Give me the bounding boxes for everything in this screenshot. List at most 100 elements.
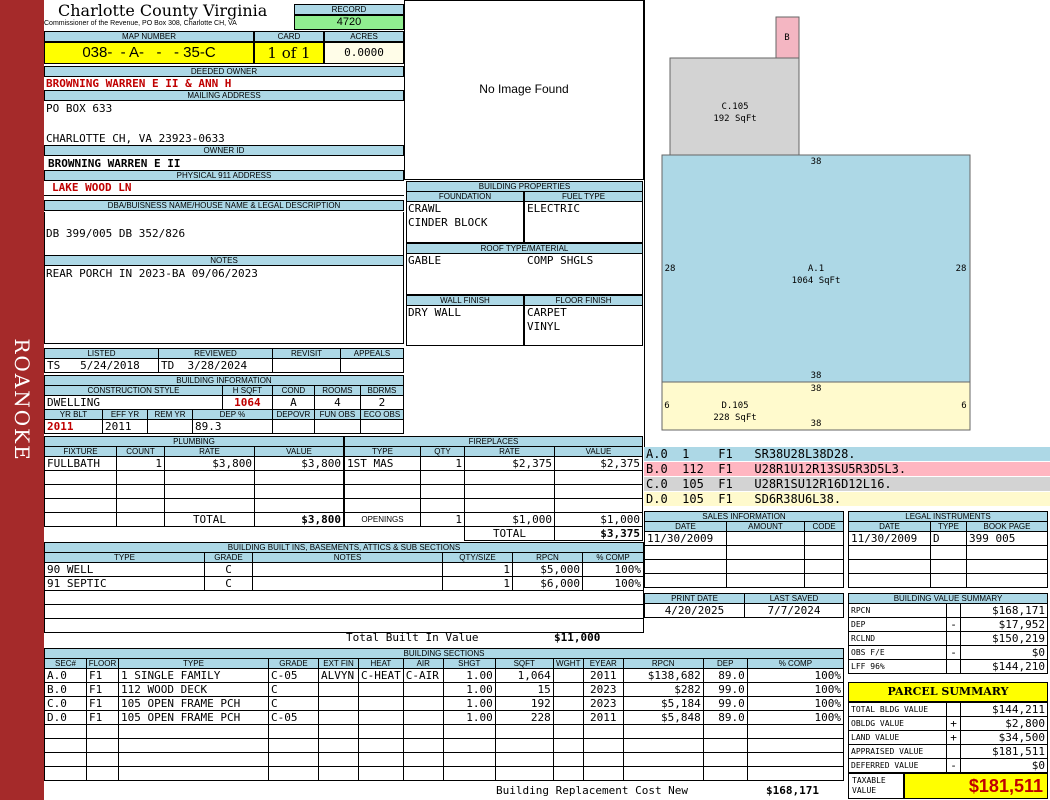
- section-cell: 1.00: [442, 710, 496, 725]
- bu-h-grade: GRADE: [204, 552, 253, 563]
- section-header-cell: EYEAR: [582, 658, 624, 669]
- section-cell: $5,184: [622, 696, 704, 711]
- acres-label: ACRES: [324, 31, 404, 42]
- floor-2: VINYL: [527, 320, 561, 333]
- section-cell: 112 WOOD DECK: [118, 682, 269, 697]
- section-cell: 105 OPEN FRAME PCH: [118, 710, 269, 725]
- parcel-table: TOTAL BLDG VALUE $144,211 OBLDG VALUE + $2,8…: [848, 702, 1048, 773]
- sales-date: 11/30/2009: [644, 531, 727, 546]
- legal-date: 11/30/2009: [848, 531, 931, 546]
- bu-h-qty: QTY/SIZE: [442, 552, 513, 563]
- bi-h-remyr: REM YR: [147, 409, 193, 420]
- section-cell: 100%: [746, 668, 845, 683]
- fp-value: $2,375: [554, 456, 643, 471]
- bu-notes: [252, 562, 443, 577]
- bvs-cell: RCLND: [848, 631, 947, 646]
- bi-cond: A: [271, 395, 315, 410]
- bvs-cell: $0: [960, 645, 1048, 660]
- parcel-cell: +: [946, 730, 961, 745]
- section-cell: 99.0: [702, 696, 748, 711]
- sketch-legend-row: C.0 105 F1 U28R1SU12R16D12L16.: [644, 477, 1050, 492]
- builtins-table: TYPE GRADE NOTES QTY/SIZE RPCN% COMP 90 WELL…: [44, 552, 644, 633]
- bi-dep: 89.3: [192, 419, 273, 434]
- section-cell: 1.00: [442, 696, 496, 711]
- sketch-border: [644, 0, 645, 450]
- dim-a-bottom: 38: [811, 371, 822, 381]
- parcel-cell: LAND VALUE: [848, 730, 947, 745]
- reviewed-date: 3/28/2024: [187, 358, 248, 372]
- bu-type: 90 WELL: [44, 562, 205, 577]
- plumbing-table: FIXTURE COUNT RATE VALUE FULLBATH 1 $3,800 $3,…: [44, 446, 344, 527]
- section-cell: 100%: [746, 696, 845, 711]
- fp-total-label: TOTAL: [464, 526, 555, 541]
- section-cell: 1.00: [442, 682, 496, 697]
- legal-table: DATE TYPE BOOK PAGE 11/30/2009 D 399 005: [848, 521, 1048, 588]
- roof-2: COMP SHGLS: [527, 254, 594, 267]
- section-row-empty: [44, 724, 845, 739]
- section-cell: C-05: [268, 710, 319, 725]
- parcel-cell: DEFERRED VALUE: [848, 758, 947, 773]
- bvs-row: RCLND $150,219: [848, 631, 1048, 646]
- bi-style: DWELLING: [44, 395, 223, 410]
- fuel-value: ELECTRIC: [527, 202, 580, 215]
- print-table: PRINT DATE LAST SAVED 4/20/2025 7/7/2024: [644, 593, 844, 618]
- section-header-cell: AIR: [402, 658, 444, 669]
- fp-type: 1ST MAS: [344, 456, 421, 471]
- pl-value: $3,800: [254, 456, 344, 471]
- section-cell: ALVYN: [318, 668, 359, 683]
- section-cell: [358, 710, 404, 725]
- reviewed-h: REVIEWED: [158, 348, 273, 359]
- owner-label: DEEDED OWNER: [44, 66, 404, 77]
- bu-h-comp: % COMP: [582, 552, 644, 563]
- section-cell: $5,848: [622, 710, 704, 725]
- parcel-cell: $181,511: [960, 744, 1048, 759]
- map-label: MAP NUMBER: [44, 31, 254, 42]
- section-header-cell: SHGT: [442, 658, 496, 669]
- sketch-legend-row: B.0 112 F1 U28R1U12R13SU5R3D5L3.: [644, 462, 1050, 477]
- section-header-cell: GRADE: [268, 658, 319, 669]
- section-cell: 2011: [582, 668, 624, 683]
- legal-h-book: BOOK PAGE: [966, 521, 1048, 532]
- parcel-row: DEFERRED VALUE - $0: [848, 758, 1048, 773]
- builtins-total: $11,000: [554, 631, 601, 644]
- bvs-cell: $144,210: [960, 659, 1048, 674]
- section-cell: 2023: [582, 696, 624, 711]
- legal-h-type: TYPE: [930, 521, 967, 532]
- bvs-row: DEP - $17,952: [848, 617, 1048, 632]
- section-cell: C-AIR: [402, 668, 444, 683]
- dba-label: DBA/BUISNESS NAME/HOUSE NAME & LEGAL DES…: [44, 200, 404, 211]
- dim-d-top: 38: [811, 384, 822, 394]
- section-row: A.0 F1 1 SINGLE FAMILY C-05 ALVYN C-HEAT C-AIR…: [44, 668, 845, 683]
- no-image-text: No Image Found: [479, 82, 569, 96]
- section-cell: C-05: [268, 668, 319, 683]
- section-cell: 1,064: [494, 668, 554, 683]
- sketch-a-area: 1064 SqFt: [792, 276, 841, 286]
- section-cell: [402, 696, 444, 711]
- bi-bdrms: 2: [359, 395, 405, 410]
- section-cell: 2011: [582, 710, 624, 725]
- sales-h-date: DATE: [644, 521, 727, 532]
- parcel-cell: $34,500: [960, 730, 1048, 745]
- section-cell: 105 OPEN FRAME PCH: [118, 696, 269, 711]
- map-number: 038- - A- - - 35-C: [44, 42, 254, 64]
- bvs-cell: LFF 96%: [848, 659, 947, 674]
- bi-hsqft: 1064: [221, 395, 273, 410]
- section-header-cell: SEC#: [44, 658, 87, 669]
- sketch-a-label: A.1: [808, 264, 824, 274]
- owner-name: BROWNING WARREN E II & ANN H: [46, 77, 232, 90]
- section-cell: [552, 696, 584, 711]
- section-cell: [318, 682, 359, 697]
- section-cell: F1: [86, 682, 119, 697]
- physical-label: PHYSICAL 911 ADDRESS: [44, 170, 404, 181]
- taxable-label1: TAXABLE: [852, 776, 886, 785]
- acres-value: 0.0000: [324, 42, 404, 64]
- bi-h-yrblt: YR BLT: [44, 409, 103, 420]
- physical-value: LAKE WOOD LN: [52, 181, 132, 194]
- section-cell: $282: [622, 682, 704, 697]
- taxable-label-box: TAXABLE VALUE: [848, 773, 904, 799]
- fp-openings-value: $1,000: [554, 512, 643, 527]
- section-cell: [552, 668, 584, 683]
- section-cell: [402, 710, 444, 725]
- bu-rpcn: $5,000: [512, 562, 583, 577]
- section-cell: D.0: [44, 710, 87, 725]
